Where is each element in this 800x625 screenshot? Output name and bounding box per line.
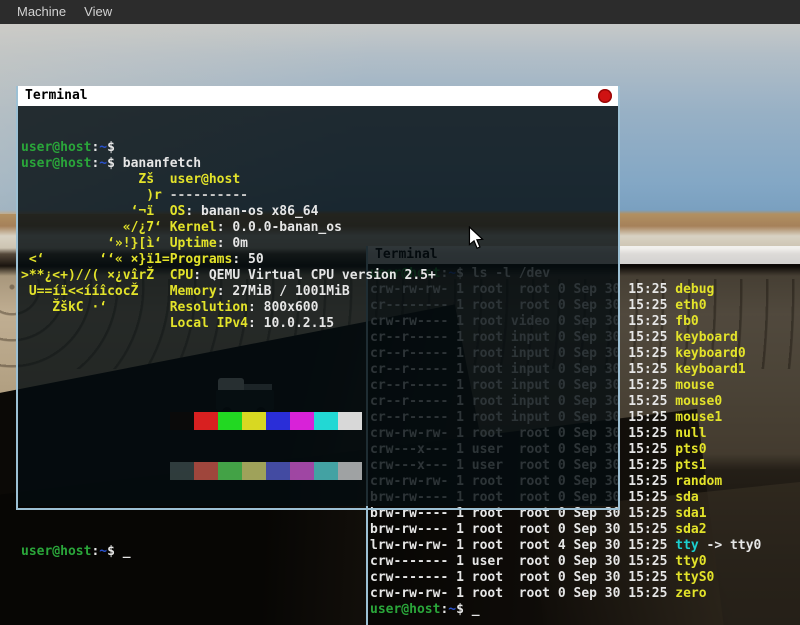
terminal-line: Local IPv4: 10.0.2.15: [21, 316, 618, 332]
vm-screen: MachineView Terminal user@host:~$ ls -l …: [0, 0, 800, 625]
palette-block: [314, 412, 338, 430]
palette-block: [266, 462, 290, 480]
palette-block: [338, 412, 362, 430]
shell-prompt: user@host:~$ _: [21, 544, 618, 560]
terminal-line: >**¿<+)//( ×¿vîrŽ CPU: QEMU Virtual CPU …: [21, 268, 618, 284]
terminal-line: user@host:~$: [21, 140, 618, 156]
ansi-color-palette: [170, 380, 618, 512]
palette-block: [242, 412, 266, 430]
terminal-line: ‘¬ï OS: banan-os x86_64: [21, 204, 618, 220]
terminal-line: ŽškC ·‘ Resolution: 800x600: [21, 300, 618, 316]
terminal-line: U==íï<<ííîcocŽ Memory: 27MiB / 1001MiB: [21, 284, 618, 300]
palette-block: [314, 462, 338, 480]
palette-block: [170, 412, 194, 430]
terminal-window-bananfetch[interactable]: Terminal user@host:~$ user@host:~$ banan…: [16, 86, 620, 510]
terminal-line: Zš user@host: [21, 172, 618, 188]
terminal1-title: Terminal: [25, 88, 88, 103]
palette-block: [290, 462, 314, 480]
terminal1-titlebar[interactable]: Terminal: [18, 86, 618, 106]
palette-block: [194, 412, 218, 430]
menu-item-machine[interactable]: Machine: [8, 0, 75, 24]
palette-block: [266, 412, 290, 430]
terminal-line: [21, 332, 618, 348]
palette-block: [218, 412, 242, 430]
terminal-line: ‘»!}[ì‘ Uptime: 0m: [21, 236, 618, 252]
shell-prompt: user@host:~$ _: [370, 602, 800, 618]
palette-block: [218, 462, 242, 480]
palette-block: [242, 462, 266, 480]
terminal-line: )r ----------: [21, 188, 618, 204]
terminal-line: «/¿7‘ Kernel: 0.0.0-banan_os: [21, 220, 618, 236]
palette-block: [194, 462, 218, 480]
terminal-line: user@host:~$ bananfetch: [21, 156, 618, 172]
palette-block: [338, 462, 362, 480]
palette-block: [290, 412, 314, 430]
terminal1-content[interactable]: user@host:~$ user@host:~$ bananfetch Zš …: [18, 106, 618, 506]
vm-menu-bar: MachineView: [0, 0, 800, 24]
terminal-line: <‘ ‘‘« ×}ï1=Programs: 50: [21, 252, 618, 268]
close-button[interactable]: [598, 89, 612, 103]
palette-block: [170, 462, 194, 480]
mouse-cursor-icon: [468, 226, 484, 254]
menu-item-view[interactable]: View: [75, 0, 121, 24]
